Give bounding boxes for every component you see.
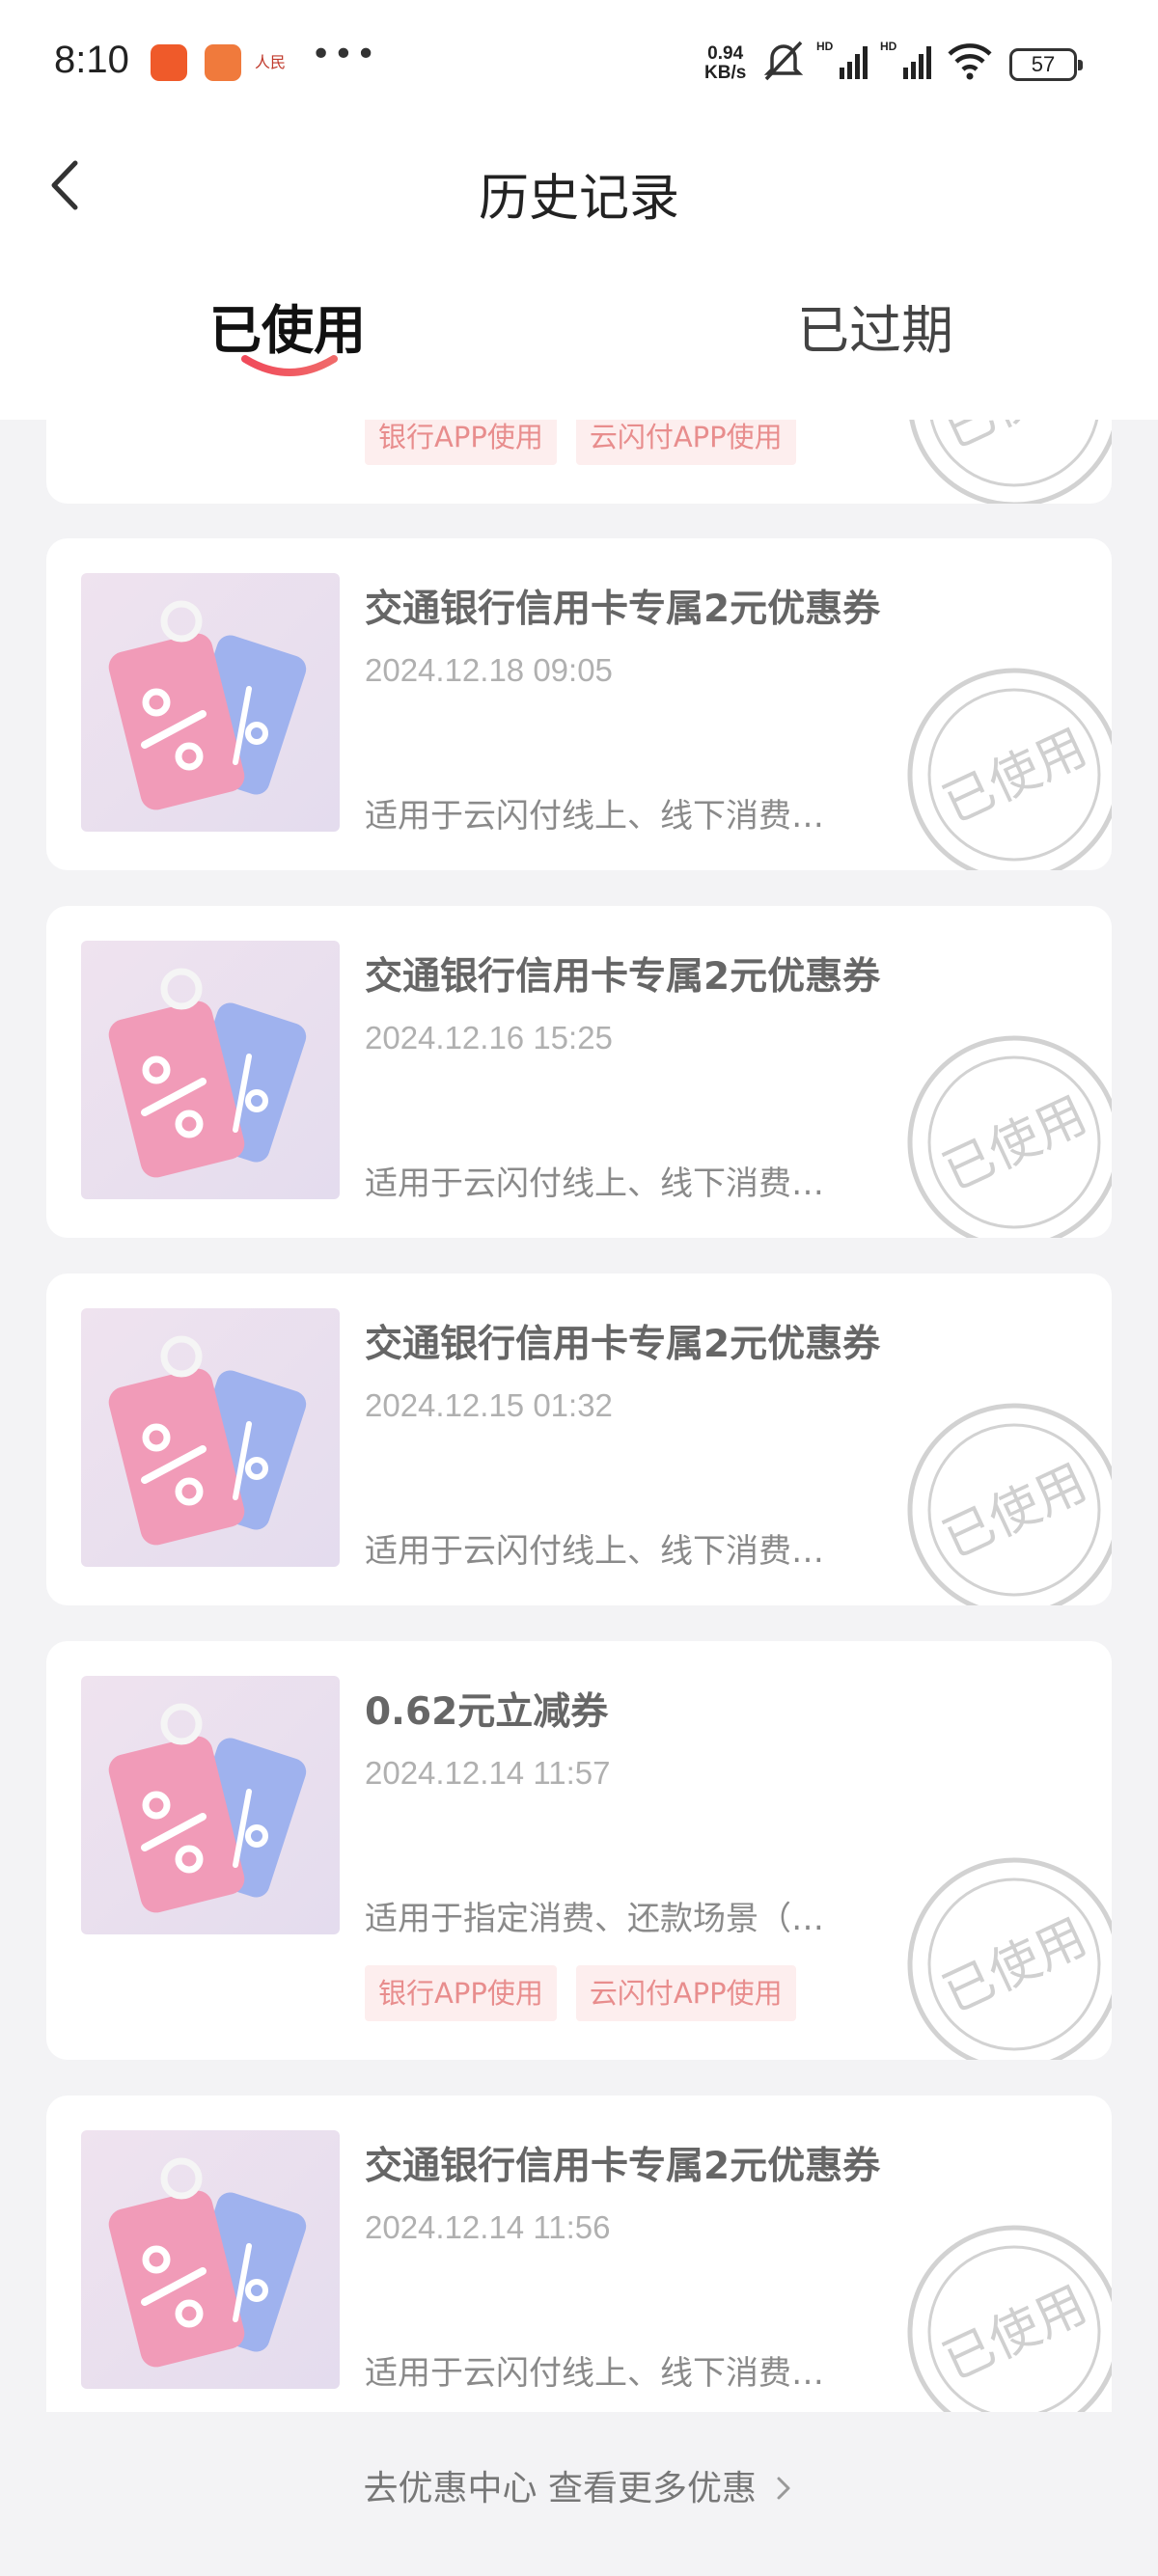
svg-text:已使用: 已使用 bbox=[934, 1908, 1095, 2024]
used-stamp-icon: 已使用 bbox=[907, 1035, 1112, 1238]
status-time: 8:10 bbox=[54, 39, 129, 81]
svg-text:已使用: 已使用 bbox=[934, 1086, 1095, 1202]
coupon-title: 0.62元立减券 bbox=[365, 1690, 609, 1734]
app-notification-icon bbox=[205, 44, 241, 81]
wifi-icon bbox=[948, 43, 992, 80]
used-stamp-icon: 已使用 bbox=[907, 1403, 1112, 1605]
coupon-description: 适用于云闪付线上、线下消费… bbox=[365, 2354, 824, 2393]
coupon-title: 交通银行信用卡专属2元优惠券 bbox=[365, 588, 881, 631]
coupon-date: 2024.12.14 11:57 bbox=[365, 1755, 611, 1791]
coupon-description: 适用于云闪付线上、线下消费… bbox=[365, 1165, 824, 1203]
discount-tag-icon bbox=[81, 573, 340, 832]
more-notifications-icon: ••• bbox=[311, 35, 378, 74]
coupon-title: 交通银行信用卡专属2元优惠券 bbox=[365, 1323, 881, 1366]
discount-tag-icon bbox=[81, 1676, 340, 1934]
app-notification-icon bbox=[151, 44, 187, 81]
used-stamp-icon: 已使用 bbox=[907, 2225, 1112, 2412]
svg-text:已使用: 已使用 bbox=[934, 719, 1095, 835]
tag-bank-app: 银行APP使用 bbox=[365, 1965, 557, 2021]
app-notification-icon: 人民 bbox=[255, 53, 287, 71]
coupon-card[interactable]: 交通银行信用卡专属2元优惠券 2024.12.16 15:25 适用于云闪付线上… bbox=[46, 906, 1112, 1238]
tab-expired[interactable]: 已过期 bbox=[797, 288, 953, 364]
battery-icon: 57 bbox=[1009, 48, 1083, 81]
discount-tag-icon bbox=[81, 2130, 340, 2389]
mute-bell-icon bbox=[763, 41, 804, 81]
coupon-date: 2024.12.14 11:56 bbox=[365, 2209, 611, 2245]
more-offers-link[interactable]: 去优惠中心 查看更多优惠 bbox=[0, 2460, 1158, 2510]
chevron-right-icon bbox=[777, 2477, 790, 2500]
coupon-title: 交通银行信用卡专属2元优惠券 bbox=[365, 2145, 881, 2188]
more-offers-label: 去优惠中心 查看更多优惠 bbox=[363, 2469, 757, 2508]
tab-bar: 已使用 已过期 bbox=[0, 260, 1158, 405]
coupon-card[interactable]: 0.62元立减券 2024.12.14 11:57 适用于指定消费、还款场景（…… bbox=[46, 1641, 1112, 2060]
coupon-card[interactable]: 交通银行信用卡专属2元优惠券 2024.12.14 11:56 适用于云闪付线上… bbox=[46, 2096, 1112, 2412]
coupon-date: 2024.12.15 01:32 bbox=[365, 1387, 613, 1423]
coupon-description: 适用于云闪付线上、线下消费… bbox=[365, 797, 824, 836]
coupon-date: 2024.12.18 09:05 bbox=[365, 652, 613, 688]
svg-text:HD: HD bbox=[816, 40, 834, 53]
coupon-card[interactable]: 交通银行信用卡专属2元优惠券 2024.12.15 01:32 适用于云闪付线上… bbox=[46, 1274, 1112, 1605]
signal-icon: HD bbox=[880, 40, 931, 79]
signal-icon: HD bbox=[816, 40, 868, 79]
coupon-description: 适用于云闪付线上、线下消费… bbox=[365, 1532, 824, 1571]
coupon-title: 交通银行信用卡专属2元优惠券 bbox=[365, 955, 881, 999]
network-speed: 0.94 KB/s bbox=[704, 43, 747, 83]
svg-text:已使用: 已使用 bbox=[934, 2276, 1095, 2392]
status-bar: 8:10 人民 ••• 0.94 KB/s HD HD 57 bbox=[0, 0, 1158, 130]
page-title: 历史记录 bbox=[478, 170, 679, 228]
used-stamp-icon: 已使用 bbox=[907, 668, 1112, 870]
discount-tag-icon bbox=[81, 1308, 340, 1567]
active-tab-indicator bbox=[241, 355, 338, 376]
header-area: 8:10 人民 ••• 0.94 KB/s HD HD 57 历史记录 已使用 … bbox=[0, 0, 1158, 420]
coupon-description: 适用于指定消费、还款场景（… bbox=[365, 1900, 824, 1938]
used-stamp-icon: 已使用 bbox=[907, 1857, 1112, 2060]
svg-text:HD: HD bbox=[880, 40, 897, 53]
coupon-tags: 银行APP使用 云闪付APP使用 bbox=[365, 1965, 796, 2021]
tag-unionpay-app: 云闪付APP使用 bbox=[575, 1965, 796, 2021]
nav-bar: 历史记录 bbox=[0, 130, 1158, 241]
svg-text:已使用: 已使用 bbox=[934, 1454, 1095, 1570]
coupon-date: 2024.12.16 15:25 bbox=[365, 1020, 613, 1055]
discount-tag-icon bbox=[81, 941, 340, 1199]
coupon-card[interactable]: 交通银行信用卡专属2元优惠券 2024.12.18 09:05 适用于云闪付线上… bbox=[46, 538, 1112, 870]
